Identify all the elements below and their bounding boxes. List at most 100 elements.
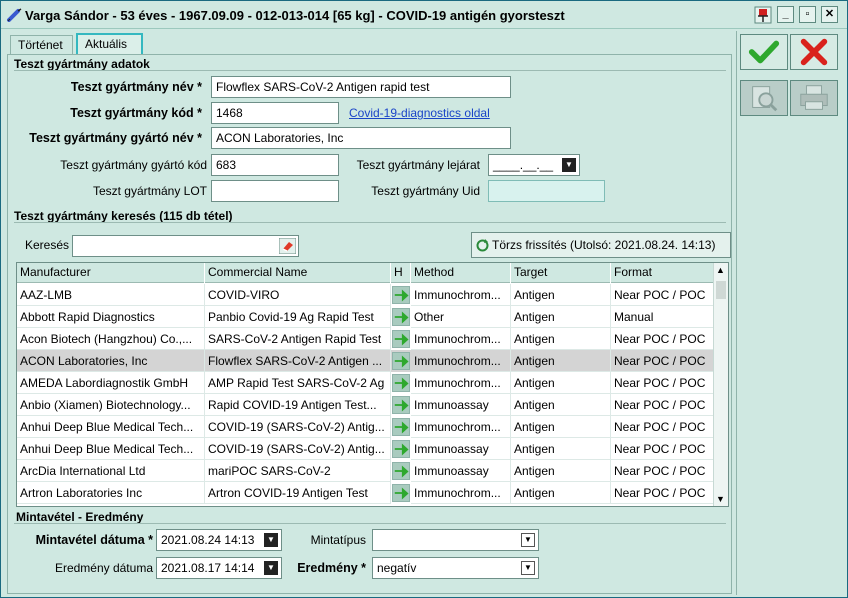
cell-manufacturer: ArcDia International Ltd [17,460,205,482]
cell-method: Immunochrom... [411,328,511,350]
syringe-icon [7,8,22,22]
cell-target: Antigen [511,460,611,482]
cell-name: COVID-19 (SARS-CoV-2) Antig... [205,438,391,460]
uid-label: Teszt gyártmány Uid [371,184,480,198]
refresh-registry-button[interactable]: Törzs frissítés (Utolsó: 2021.08.24. 14:… [471,232,731,258]
chevron-down-icon[interactable]: ▼ [521,533,535,547]
cell-manufacturer: Anhui Deep Blue Medical Tech... [17,416,205,438]
print-button[interactable] [790,80,838,116]
expiry-value: ____.__.__ [493,158,554,172]
cell-name: Panbio Covid-19 Ag Rapid Test [205,306,391,328]
main-area: Történet Aktuális Teszt gyártmány adatok… [4,31,734,595]
cell-name: mariPOC SARS-CoV-2 [205,460,391,482]
cell-name: AMP Rapid Test SARS-CoV-2 Ag [205,372,391,394]
result-date-field[interactable]: 2021.08.17 14:14 ▼ [156,557,282,579]
ok-button[interactable] [740,34,788,70]
maker-name-field[interactable]: ACON Laboratories, Inc [211,127,511,149]
pin-icon[interactable] [753,5,773,25]
cell-target: Antigen [511,438,611,460]
tab-panel: Teszt gyártmány adatok Teszt gyártmány n… [7,54,732,594]
table-row[interactable]: Abbott Rapid Diagnostics Panbio Covid-19… [17,306,714,328]
table-row[interactable]: ArcDia International Ltd mariPOC SARS-Co… [17,460,714,482]
cell-method: Immunochrom... [411,482,511,504]
maker-name-label: Teszt gyártmány gyártó név * [29,131,202,145]
green-arrow-icon[interactable] [392,352,410,370]
minimize-button[interactable]: _ [777,6,794,23]
cell-manufacturer: Anhui Deep Blue Medical Tech... [17,438,205,460]
chevron-down-icon[interactable]: ▼ [521,561,535,575]
table-row[interactable]: AAZ-LMB COVID-VIRO Immunochrom... Antige… [17,284,714,306]
col-method[interactable]: Method [411,263,511,283]
expiry-field[interactable]: ____.__.__ ▼ [488,154,580,176]
code-label: Teszt gyártmány kód * [70,106,202,120]
close-button[interactable]: ✕ [821,6,838,23]
refresh-label: Törzs frissítés (Utolsó: 2021.08.24. 14:… [492,238,716,252]
cell-format: Near POC / POC [611,328,714,350]
printer-icon [800,85,828,110]
table-row[interactable]: Artron Laboratories Inc Artron COVID-19 … [17,482,714,504]
col-format[interactable]: Format [611,263,714,283]
cancel-button[interactable] [790,34,838,70]
table-row[interactable]: AMEDA Labordiagnostik GmbH AMP Rapid Tes… [17,372,714,394]
diagnostics-link[interactable]: Covid-19-diagnostics oldal [349,106,490,120]
section-title-sample: Mintavétel - Eredmény [16,510,144,524]
maker-code-field[interactable]: 683 [211,154,339,176]
scroll-thumb[interactable] [716,281,726,299]
divider [14,70,726,71]
green-arrow-icon[interactable] [392,484,410,502]
green-arrow-icon[interactable] [392,330,410,348]
preview-button[interactable] [740,80,788,116]
green-arrow-icon[interactable] [392,374,410,392]
code-field[interactable]: 1468 [211,102,339,124]
cell-target: Antigen [511,394,611,416]
result-date-label: Eredmény dátuma [54,561,153,575]
divider [14,222,726,223]
lot-label: Teszt gyártmány LOT [92,184,207,198]
cell-method: Immunoassay [411,438,511,460]
name-field[interactable]: Flowflex SARS-CoV-2 Antigen rapid test [211,76,511,98]
uid-field[interactable] [488,180,605,202]
title-bar: Varga Sándor - 53 éves - 1967.09.09 - 01… [1,1,847,29]
green-arrow-icon[interactable] [392,418,410,436]
cell-method: Immunochrom... [411,350,511,372]
lot-field[interactable] [211,180,339,202]
scroll-up-icon[interactable]: ▲ [716,265,725,275]
calendar-dropdown-icon[interactable]: ▼ [264,561,278,575]
cell-format: Near POC / POC [611,284,714,306]
tab-tortenet[interactable]: Történet [10,35,73,55]
table-row[interactable]: Acon Biotech (Hangzhou) Co.,... SARS-CoV… [17,328,714,350]
green-arrow-icon[interactable] [392,396,410,414]
search-input[interactable] [72,235,299,257]
tab-aktualis[interactable]: Aktuális [76,33,143,56]
sample-type-select[interactable]: ▼ [372,529,539,551]
result-value: negatív [377,561,417,575]
table-scrollbar[interactable]: ▲ ▼ [713,263,728,506]
col-commercial-name[interactable]: Commercial Name [205,263,391,283]
cell-manufacturer: Abbott Rapid Diagnostics [17,306,205,328]
calendar-dropdown-icon[interactable]: ▼ [562,158,576,172]
calendar-dropdown-icon[interactable]: ▼ [264,533,278,547]
table-row[interactable]: Anhui Deep Blue Medical Tech... COVID-19… [17,416,714,438]
green-arrow-icon[interactable] [392,286,410,304]
sample-date-field[interactable]: 2021.08.24 14:13 ▼ [156,529,282,551]
col-target[interactable]: Target [511,263,611,283]
table-row[interactable]: Anbio (Xiamen) Biotechnology... Rapid CO… [17,394,714,416]
cell-method: Immunoassay [411,460,511,482]
green-arrow-icon[interactable] [392,308,410,326]
cell-method: Immunochrom... [411,284,511,306]
table-row-selected[interactable]: ACON Laboratories, Inc Flowflex SARS-CoV… [17,350,714,372]
table-header: Manufacturer Commercial Name H Method Ta… [17,263,714,283]
cell-manufacturer: ACON Laboratories, Inc [17,350,205,372]
magnifier-icon [752,86,778,112]
scroll-down-icon[interactable]: ▼ [716,494,725,504]
maximize-button[interactable]: ▫ [799,6,816,23]
result-select[interactable]: negatív ▼ [372,557,539,579]
table-row[interactable]: Anhui Deep Blue Medical Tech... COVID-19… [17,438,714,460]
clear-eraser-icon[interactable] [279,238,296,254]
col-manufacturer[interactable]: Manufacturer [17,263,205,283]
green-arrow-icon[interactable] [392,462,410,480]
action-sidebar [736,31,846,595]
green-arrow-icon[interactable] [392,440,410,458]
cell-name: COVID-VIRO [205,284,391,306]
col-h[interactable]: H [391,263,411,283]
